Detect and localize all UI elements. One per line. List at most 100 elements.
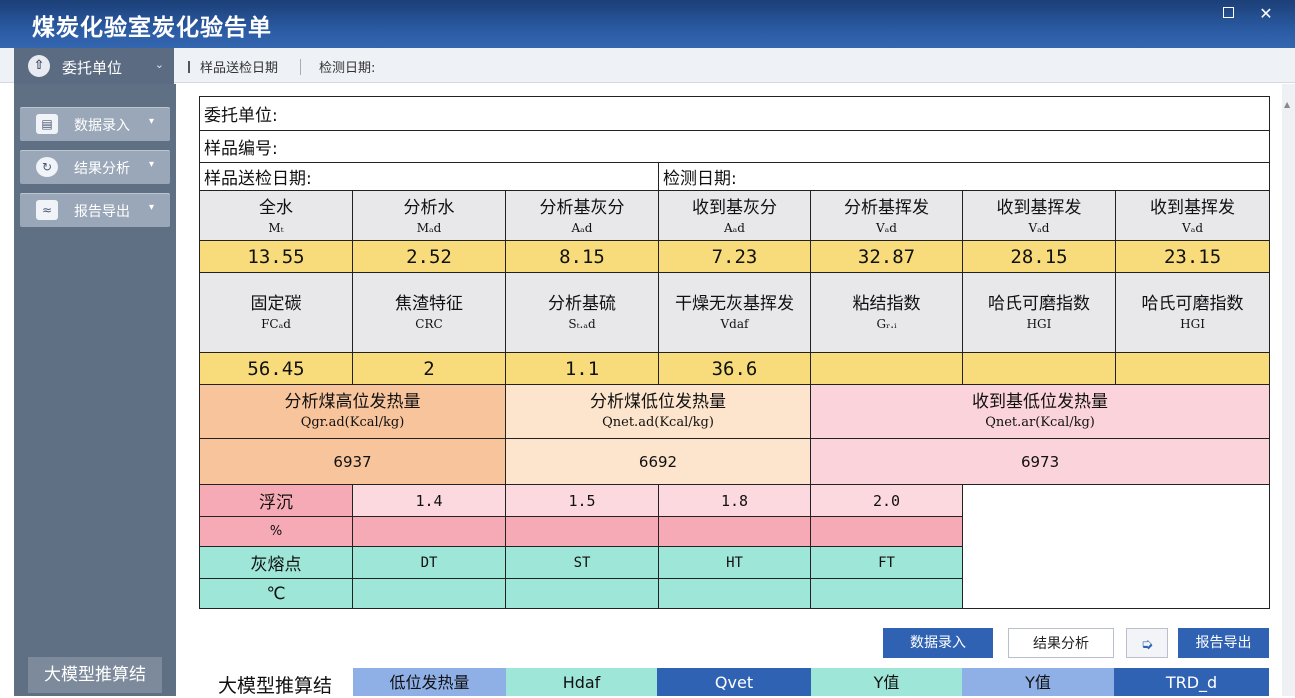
value-cell[interactable] [1114,352,1271,385]
float-value[interactable]: 1.5 [505,484,659,517]
value-row-1: 13.55 2.52 8.15 7.23 32.87 28.15 23.15 [199,240,1271,273]
ash-fusion-label: 灰熔点 [199,546,353,579]
percent-cell[interactable] [810,516,963,547]
sample-number-field[interactable]: 样品编号: [198,130,1271,163]
model-result-title: 大模型推算结 [218,675,333,697]
sample-date-field[interactable]: 样品送检日期: [199,162,659,191]
app-title: 煤炭化验室炭化验告单 [32,15,272,41]
entrust-unit-field[interactable]: 委托单位: [198,96,1271,131]
celsius-cell[interactable] [658,578,811,609]
value-cell[interactable]: 56.45 [199,352,353,385]
header-cell: 哈氏可磨指数 HGI [962,272,1116,353]
chevron-down-icon: ▾ [148,159,154,170]
analysis-icon: ↻ [36,157,58,177]
value-cell[interactable]: 32.87 [810,240,963,273]
breadcrumb-marker [188,61,190,73]
ash-value[interactable]: FT [810,546,963,579]
value-cell[interactable]: 28.15 [962,240,1116,273]
header-cell: 收到基灰分 Aₐd [658,190,811,241]
ash-value[interactable]: ST [505,546,659,579]
close-icon: ✕ [1259,4,1273,23]
value-row-2: 56.45 2 1.1 36.6 [199,352,1271,385]
value-cell[interactable]: 13.55 [199,240,353,273]
sidebar-item-label: 数据录入 [74,118,130,134]
percent-label: % [199,516,353,547]
heat-value-net-ad[interactable]: 6692 [505,438,811,485]
breadcrumb: 样品送检日期 检测日期: [188,57,375,76]
float-sink-label: 浮沉 [199,484,353,517]
header-cell: 固定碳 FCₐd [199,272,353,353]
header-name: 收到基挥发 [1150,198,1236,218]
value-cell[interactable] [962,352,1116,385]
breadcrumb-separator [300,59,302,75]
chevron-down-icon: ⌄ [154,58,164,71]
model-cell-trd[interactable]: TRD_d [1114,668,1269,696]
header-symbol: Mₜ [268,221,284,235]
export-icon-button[interactable]: ➭ [1126,628,1168,658]
heat-header-name: 分析煤低位发热量 [590,392,726,412]
header-name: 收到基挥发 [996,198,1082,218]
header-cell: 哈氏可磨指数 HGI [1114,272,1271,353]
heat-header-symbol: Qgr.ad(Kcal/kg) [300,415,405,430]
percent-cell[interactable] [658,516,811,547]
test-date-field[interactable]: 检测日期: [657,162,1271,191]
heat-value-gross[interactable]: 6937 [199,438,506,485]
float-value[interactable]: 2.0 [810,484,963,517]
header-cell: 焦渣特征 CRC [352,272,506,353]
header-name: 干燥无灰基挥发 [675,294,794,314]
heat-value-net-ar[interactable]: 6973 [809,438,1271,485]
header-symbol: Vdaf [720,317,749,331]
float-value[interactable]: 1.8 [658,484,811,517]
percent-cell[interactable] [505,516,659,547]
model-cell-qvet[interactable]: Qvet [657,668,811,696]
result-analysis-button[interactable]: 结果分析 [1008,628,1114,658]
header-name: 分析基硫 [548,294,616,314]
model-cell-y-value-2[interactable]: Y值 [962,668,1114,696]
header-row-2: 固定碳 FCₐd 焦渣特征 CRC 分析基硫 Sₜ.ₐd 干燥无灰基挥发 Vdaf 粘结指数 Gᵣ… [199,272,1271,353]
model-cell-y-value[interactable]: Y值 [811,668,962,696]
model-result-button[interactable]: 大模型推算结 [28,657,162,693]
report-export-button[interactable]: 报告导出 [1178,628,1269,658]
header-symbol: Mₐd [416,221,442,235]
celsius-cell[interactable] [810,578,963,609]
value-cell[interactable] [810,352,963,385]
celsius-cell[interactable] [352,578,506,609]
header-row-1: 全水 Mₜ 分析水 Mₐd 分析基灰分 Aₐd 收到基灰分 Aₐd 分析基挥发 Vₐd 收到基挥发 V… [199,190,1271,241]
header-cell: 粘结指数 Gᵣ.ᵢ [810,272,963,353]
celsius-cell[interactable] [505,578,659,609]
header-cell: 全水 Mₜ [199,190,353,241]
title-bar: 煤炭化验室炭化验告单 ✕ [0,0,1295,48]
entrust-unit-dropdown[interactable]: ⇧ 委托单位 ⌄ [14,48,174,84]
header-name: 全水 [259,198,293,218]
percent-cell[interactable] [352,516,506,547]
value-cell[interactable]: 36.6 [658,352,811,385]
value-cell[interactable]: 23.15 [1114,240,1271,273]
float-value[interactable]: 1.4 [352,484,506,517]
header-cell: 分析基灰分 Aₐd [505,190,659,241]
heat-header-name: 分析煤高位发热量 [284,392,421,412]
ash-value[interactable]: DT [352,546,506,579]
header-cell: 收到基挥发 Vₐd [1114,190,1271,241]
sidebar-item-result-analysis[interactable]: ↻ 结果分析 ▾ [20,150,170,184]
model-cell-net-heat[interactable]: 低位发热量 [353,668,506,696]
sidebar-item-data-entry[interactable]: ▤ 数据录入 ▾ [20,107,170,141]
value-cell[interactable]: 8.15 [505,240,659,273]
header-symbol: Vₐd [1028,221,1050,235]
data-entry-icon: ▤ [36,114,58,134]
value-cell[interactable]: 2 [352,352,506,385]
header-name: 哈氏可磨指数 [1141,294,1244,314]
model-cell-hdaf[interactable]: Hdaf [506,668,657,696]
breadcrumb-test-date: 检测日期: [319,61,376,76]
value-cell[interactable]: 2.52 [352,240,506,273]
ash-value[interactable]: HT [658,546,811,579]
scrollbar[interactable] [1282,84,1295,696]
float-sink-row: 浮沉 1.4 1.5 1.8 2.0 [199,484,1271,609]
scroll-up-icon[interactable]: ▲ [1284,100,1290,109]
close-button[interactable]: ✕ [1254,4,1278,24]
value-cell[interactable]: 1.1 [505,352,659,385]
header-name: 固定碳 [250,294,302,314]
maximize-button[interactable] [1216,4,1240,24]
data-entry-button[interactable]: 数据录入 [883,628,993,658]
value-cell[interactable]: 7.23 [658,240,811,273]
sidebar-item-report-export[interactable]: ≈ 报告导出 ▾ [20,193,170,227]
